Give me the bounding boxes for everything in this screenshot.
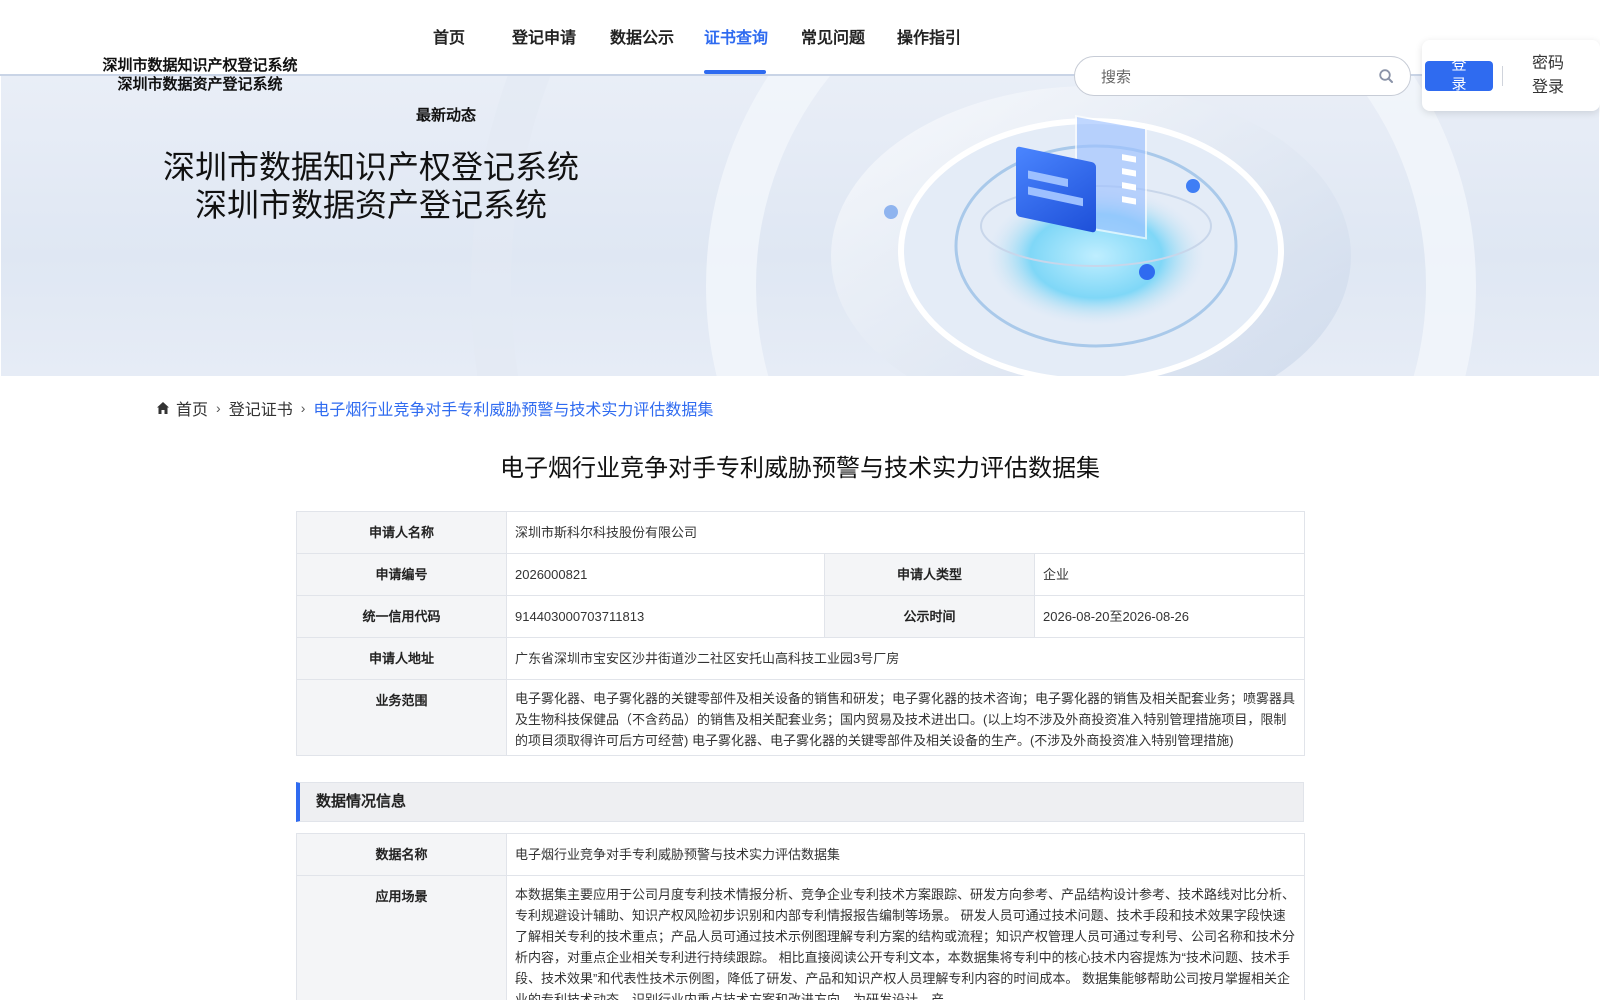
login-button-label: 登录 [1451, 61, 1467, 91]
login-divider [1502, 66, 1503, 86]
banner-title-line-2: 深圳市数据资产登记系统 [194, 187, 547, 223]
login-panel: 登录 密码登录 [1422, 40, 1600, 111]
nav-latest[interactable]: 最新动态 [416, 104, 476, 125]
field-label: 申请人类型 [824, 553, 1035, 596]
nav-active-indicator [704, 70, 766, 74]
logo-line-2: 深圳市数据资产登记系统 [117, 76, 283, 93]
search-box [1074, 56, 1411, 96]
logo-line-1: 深圳市数据知识产权登记系统 [102, 57, 298, 74]
applicant-type: 企业 [1033, 553, 1306, 596]
banner-title: 深圳市数据知识产权登记系统 深圳市数据资产登记系统 [141, 148, 601, 224]
hero-banner: 深圳市数据知识产权登记系统 深圳市数据资产登记系统 [1, 76, 1599, 376]
search-icon[interactable] [1378, 68, 1394, 84]
password-login-link[interactable]: 密码登录 [1532, 52, 1566, 100]
nav-cert[interactable]: 证书查询 [704, 24, 768, 48]
field-label: 数据名称 [296, 833, 507, 876]
table-row: 申请人名称 深圳市斯科尔科技股份有限公司 [296, 511, 1306, 554]
credit-code: 914403000703711813 [506, 595, 825, 638]
applicant-name: 深圳市斯科尔科技股份有限公司 [505, 511, 1306, 554]
table-row: 申请人地址 广东省深圳市宝安区沙井街道沙二社区安托山高科技工业园3号厂房 [296, 637, 1306, 680]
field-label: 申请编号 [296, 553, 507, 596]
table-row: 业务范围 电子雾化器、电子雾化器的关键零部件及相关设备的销售和研发；电子雾化器的… [296, 679, 1306, 756]
banner-illustration [471, 76, 1476, 376]
table-row: 统一信用代码 914403000703711813 公示时间 2026-08-2… [296, 595, 1306, 638]
application-scenario: 本数据集主要应用于公司月度专利技术情报分析、竞争企业专利技术方案跟踪、研发方向参… [506, 875, 1305, 1000]
applicant-address: 广东省深圳市宝安区沙井街道沙二社区安托山高科技工业园3号厂房 [505, 637, 1306, 680]
field-label: 申请人名称 [296, 511, 507, 554]
field-label: 应用场景 [296, 875, 507, 1000]
chevron-right-icon: › [300, 400, 306, 416]
field-label: 公示时间 [824, 595, 1035, 638]
table-row: 申请编号 2026000821 申请人类型 企业 [296, 553, 1306, 596]
field-label: 业务范围 [296, 679, 507, 756]
applicant-info-table: 申请人名称 深圳市斯科尔科技股份有限公司 申请编号 2026000821 申请人… [296, 511, 1306, 756]
search-input[interactable] [1101, 66, 1361, 88]
application-number: 2026000821 [506, 553, 825, 596]
nav-guide[interactable]: 操作指引 [897, 24, 961, 48]
nav-apply[interactable]: 登记申请 [512, 24, 576, 48]
banner-title-line-1: 深圳市数据知识产权登记系统 [162, 149, 579, 185]
publicity-period: 2026-08-20至2026-08-26 [1033, 595, 1306, 638]
home-icon [157, 402, 169, 414]
data-name-value: 电子烟行业竞争对手专利威胁预警与技术实力评估数据集 [506, 833, 1305, 876]
nav-faq[interactable]: 常见问题 [801, 24, 865, 48]
nav-public[interactable]: 数据公示 [610, 24, 674, 48]
login-button[interactable]: 登录 [1425, 61, 1493, 91]
data-section-heading: 数据情况信息 [296, 782, 1304, 822]
breadcrumb-cert[interactable]: 登记证书 [229, 396, 293, 420]
field-label: 申请人地址 [296, 637, 507, 680]
page-title: 电子烟行业竞争对手专利威胁预警与技术实力评估数据集 [500, 455, 1100, 482]
business-scope: 电子雾化器、电子雾化器的关键零部件及相关设备的销售和研发；电子雾化器的技术咨询；… [505, 679, 1306, 756]
site-logo[interactable]: 深圳市数据知识产权登记系统 深圳市数据资产登记系统 [95, 56, 305, 94]
chevron-right-icon: › [216, 400, 221, 416]
data-info-table: 数据名称 电子烟行业竞争对手专利威胁预警与技术实力评估数据集 应用场景 本数据集… [296, 833, 1305, 1000]
breadcrumb-home[interactable]: 首页 [176, 396, 208, 420]
breadcrumb: 首页 › 登记证书 › 电子烟行业竞争对手专利威胁预警与技术实力评估数据集 [156, 396, 713, 420]
table-row: 应用场景 本数据集主要应用于公司月度专利技术情报分析、竞争企业专利技术方案跟踪、… [296, 875, 1305, 1000]
table-row: 数据名称 电子烟行业竞争对手专利威胁预警与技术实力评估数据集 [296, 833, 1305, 876]
breadcrumb-current: 电子烟行业竞争对手专利威胁预警与技术实力评估数据集 [313, 402, 714, 419]
nav-home[interactable]: 首页 [433, 24, 465, 48]
field-label: 统一信用代码 [296, 595, 507, 638]
